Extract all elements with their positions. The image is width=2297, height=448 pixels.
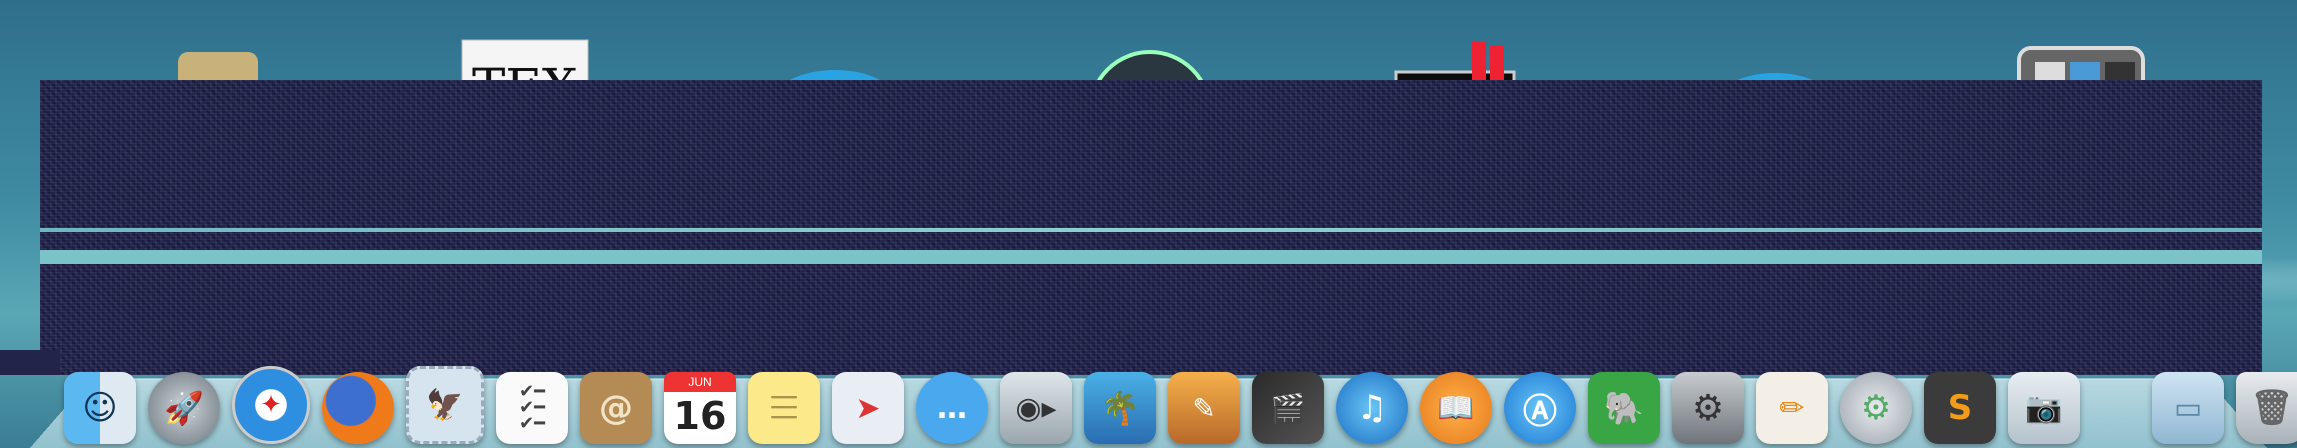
calendar-day: 16 (673, 394, 727, 438)
photo-booth-icon[interactable]: 🌴 (1084, 372, 1156, 444)
overlay-stripe (40, 228, 2262, 232)
pages-icon[interactable]: ✏ (1756, 372, 1828, 444)
system-preferences-icon[interactable]: ⚙ (1672, 372, 1744, 444)
preview-icon[interactable]: ✎ (1168, 372, 1240, 444)
glitch-overlay-edge (0, 350, 60, 375)
dock: ☺ 🚀 ✦ 🦅 ✔━ ✔━ ✔━ @ JUN 16 ━━━ ━━━ ━━━ ➤ … (64, 366, 2297, 444)
messages-icon[interactable]: … (916, 372, 988, 444)
firefox-icon[interactable] (322, 372, 394, 444)
maps-icon[interactable]: ➤ (832, 372, 904, 444)
sublime-text-icon[interactable]: S (1924, 372, 1996, 444)
finder-icon[interactable]: ☺ (64, 372, 136, 444)
calendar-month: JUN (664, 372, 736, 392)
final-cut-icon[interactable]: 🎬 (1252, 372, 1324, 444)
safari-icon[interactable]: ✦ (232, 366, 310, 444)
mail-stamp-icon[interactable]: 🦅 (406, 366, 484, 444)
settings-gear-icon[interactable]: ⚙ (1840, 372, 1912, 444)
image-capture-icon[interactable]: 📷 (2008, 372, 2080, 444)
reminders-icon[interactable]: ✔━ ✔━ ✔━ (496, 372, 568, 444)
downloads-folder-icon[interactable]: ▭ (2152, 372, 2224, 444)
notes-icon[interactable]: ━━━ ━━━ ━━━ (748, 372, 820, 444)
itunes-icon[interactable]: ♫ (1336, 372, 1408, 444)
desktop: π TEX ☺ 🚀 ✦ 🦅 ✔━✔━✔━ (0, 0, 2297, 448)
ibooks-icon[interactable]: 📖 (1420, 372, 1492, 444)
facetime-icon[interactable]: ◉▸ (1000, 372, 1072, 444)
evernote-icon[interactable]: 🐘 (1588, 372, 1660, 444)
app-store-icon[interactable]: Ⓐ (1504, 372, 1576, 444)
overlay-stripe (40, 250, 2262, 264)
trash-icon[interactable]: 🗑 (2236, 372, 2297, 444)
contacts-icon[interactable]: @ (580, 372, 652, 444)
calendar-icon[interactable]: JUN 16 (664, 372, 736, 444)
launchpad-icon[interactable]: 🚀 (148, 372, 220, 444)
